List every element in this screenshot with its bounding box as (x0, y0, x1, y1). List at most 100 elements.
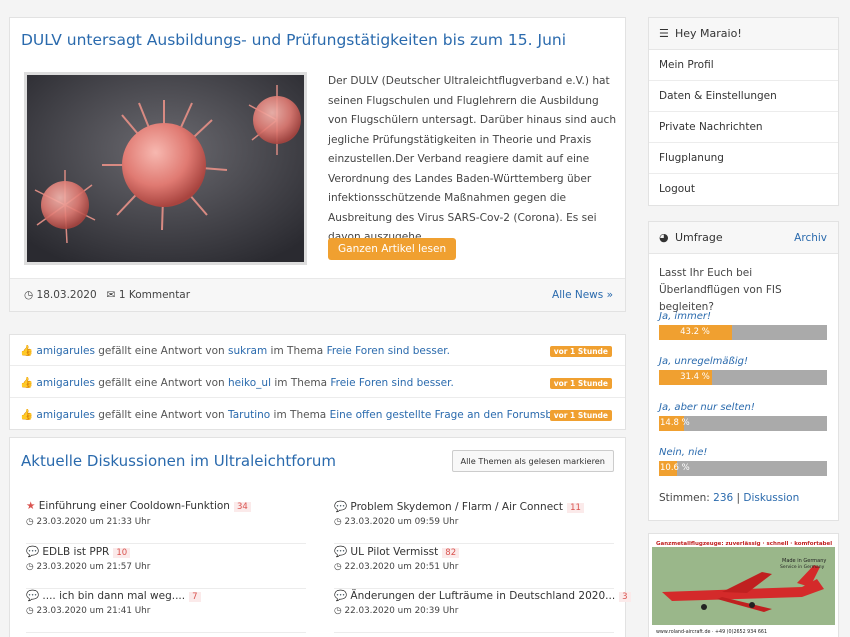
activity-text: gefällt eine Antwort von (94, 409, 229, 421)
poll-option-label: Ja, unregelmäßig! (659, 356, 748, 367)
poll-bar: 14.8 % (659, 416, 827, 431)
pie-chart-icon: ◕ (659, 231, 669, 244)
activity-other-user-link[interactable]: sukram (228, 345, 267, 357)
aircraft-ad-image: Ganzmetallflugzeuge: zuverlässig · schne… (652, 537, 835, 637)
thumbs-up-icon: 👍 (20, 377, 34, 389)
votes-count-link[interactable]: 236 (713, 492, 733, 504)
thread-item[interactable]: 💬 UL Pilot Vermisst 82 ◷ 22.03.2020 um 20… (334, 545, 614, 589)
thread-title[interactable]: .... ich bin dann mal weg.... (42, 590, 185, 602)
article-footer: ◷ 18.03.2020 ✉ 1 Kommentar Alle News » (10, 278, 625, 311)
activity-row: 👍 amigarules gefällt eine Antwort von su… (10, 335, 625, 366)
time-badge: vor 1 Stunde (549, 346, 612, 357)
thread-item[interactable]: 💬 .... ich bin dann mal weg.... 7 ◷ 23.03… (26, 589, 306, 633)
article-image[interactable] (24, 72, 307, 265)
activity-text: gefällt eine Antwort von (94, 377, 229, 389)
thread-item[interactable]: 💬 Änderungen der Lufträume in Deutschlan… (334, 589, 631, 633)
discussions-card: Aktuelle Diskussionen im Ultraleichtforu… (9, 437, 631, 637)
thread-date: 23.03.2020 um 21:41 Uhr (36, 606, 151, 616)
poll-card: ◕ Umfrage Archiv Lasst Ihr Euch bei Über… (648, 221, 839, 521)
all-news-link[interactable]: Alle News » (552, 289, 613, 301)
poll-archive-link[interactable]: Archiv (794, 232, 827, 244)
activity-topic-link[interactable]: Eine offen gestellte Frage an den Forums… (330, 409, 587, 421)
thread-item[interactable]: 💬 EDLB ist PPR 10 ◷ 23.03.2020 um 21:57 U… (26, 545, 306, 589)
star-icon: ★ (26, 500, 36, 512)
ad-service: Service in Germany (780, 564, 825, 570)
poll-option-label: Ja, aber nur selten! (659, 402, 755, 413)
thread-title[interactable]: Änderungen der Lufträume in Deutschland … (350, 590, 615, 602)
poll-option: Ja, aber nur selten! 14.8 % (659, 402, 827, 431)
reply-count: 34 (233, 502, 251, 512)
activity-other-user-link[interactable]: heiko_ul (228, 377, 271, 389)
poll-votes: Stimmen: 236 | Diskussion (659, 492, 799, 504)
activity-topic-link[interactable]: Freie Foren sind besser. (327, 345, 450, 357)
clock-icon: ◷ (24, 289, 34, 301)
article-comments-link[interactable]: 1 Kommentar (119, 289, 190, 301)
activity-feed: 👍 amigarules gefällt eine Antwort von su… (9, 334, 626, 430)
poll-option: Nein, nie! 10.6 % (659, 447, 827, 476)
clock-icon: ◷ (334, 606, 342, 616)
time-badge: vor 1 Stunde (549, 410, 612, 421)
clock-icon: ◷ (334, 517, 342, 527)
thread-date: 23.03.2020 um 21:57 Uhr (36, 562, 151, 572)
news-article-card: DULV untersagt Ausbildungs- und Prüfungs… (9, 17, 626, 312)
thread-date: 22.03.2020 um 20:51 Uhr (344, 562, 459, 572)
comments-icon: 💬 (334, 590, 348, 602)
votes-separator: | (733, 492, 744, 504)
comments-icon: 💬 (334, 546, 348, 558)
clock-icon: ◷ (26, 562, 34, 572)
reply-count: 11 (567, 503, 584, 513)
poll-bar: 43.2 % (659, 325, 827, 340)
thread-title[interactable]: UL Pilot Vermisst (350, 546, 438, 558)
poll-bar: 10.6 % (659, 461, 827, 476)
menu-item-flightplanning[interactable]: Flugplanung (649, 143, 838, 174)
article-title[interactable]: DULV untersagt Ausbildungs- und Prüfungs… (21, 31, 566, 49)
poll-title: Umfrage (675, 231, 723, 244)
thread-date: 22.03.2020 um 20:39 Uhr (344, 606, 459, 616)
poll-percent: 14.8 % (660, 418, 690, 428)
thread-title[interactable]: Einführung einer Cooldown-Funktion (39, 500, 230, 512)
article-teaser: Der DULV (Deutscher Ultraleichtflugverba… (328, 75, 617, 243)
activity-topic-link[interactable]: Freie Foren sind besser. (330, 377, 453, 389)
reply-count: 3 (619, 592, 631, 602)
read-article-button[interactable]: Ganzen Artikel lesen (328, 238, 457, 260)
ad-headline: Ganzmetallflugzeuge: zuverlässig · schne… (656, 541, 832, 547)
thread-item[interactable]: ★ Einführung einer Cooldown-Funktion 34 ◷… (26, 500, 306, 544)
activity-user-link[interactable]: amigarules (36, 377, 95, 389)
thread-title[interactable]: EDLB ist PPR (42, 546, 109, 558)
thread-title[interactable]: Problem Skydemon / Flarm / Air Connect (350, 501, 563, 513)
activity-user-link[interactable]: amigarules (36, 409, 95, 421)
clock-icon: ◷ (26, 606, 34, 616)
menu-item-logout[interactable]: Logout (649, 174, 838, 205)
menu-icon: ☰ (659, 27, 669, 40)
thread-item[interactable]: 💬 Problem Skydemon / Flarm / Air Connect… (334, 500, 614, 544)
thumbs-up-icon: 👍 (20, 409, 34, 421)
activity-text: im Thema (270, 409, 330, 421)
activity-text: im Thema (271, 377, 331, 389)
virus-image (27, 75, 304, 262)
comments-icon: 💬 (334, 501, 348, 513)
menu-item-settings[interactable]: Daten & Einstellungen (649, 81, 838, 112)
menu-item-profile[interactable]: Mein Profil (649, 50, 838, 81)
activity-user-link[interactable]: amigarules (36, 345, 95, 357)
article-date: 18.03.2020 (36, 289, 97, 301)
poll-option-label: Nein, nie! (659, 447, 708, 458)
user-menu-card: ☰ Hey Maraio! Mein Profil Daten & Einste… (648, 17, 839, 206)
aircraft-ad-banner[interactable]: Ganzmetallflugzeuge: zuverlässig · schne… (648, 533, 839, 637)
poll-percent: 10.6 % (660, 463, 690, 473)
clock-icon: ◷ (334, 562, 342, 572)
mark-all-read-button[interactable]: Alle Themen als gelesen markieren (451, 450, 614, 472)
activity-text: im Thema (267, 345, 327, 357)
comments-icon: 💬 (26, 590, 40, 602)
thread-date: 23.03.2020 um 09:59 Uhr (344, 517, 459, 527)
comments-icon: 💬 (26, 546, 40, 558)
menu-item-messages[interactable]: Private Nachrichten (649, 112, 838, 143)
activity-other-user-link[interactable]: Tarutino (228, 409, 270, 421)
clock-icon: ◷ (26, 517, 34, 527)
poll-discussion-link[interactable]: Diskussion (743, 492, 799, 504)
activity-row: 👍 amigarules gefällt eine Antwort von he… (10, 367, 625, 398)
reply-count: 82 (442, 548, 460, 558)
poll-option: Ja, unregelmäßig! 31.4 % (659, 356, 827, 385)
ad-contact: www.roland-aircraft.de · +49 (0)2652 934… (656, 629, 767, 635)
poll-percent: 43.2 % (680, 327, 710, 337)
article-meta: ◷ 18.03.2020 ✉ 1 Kommentar (24, 289, 190, 301)
